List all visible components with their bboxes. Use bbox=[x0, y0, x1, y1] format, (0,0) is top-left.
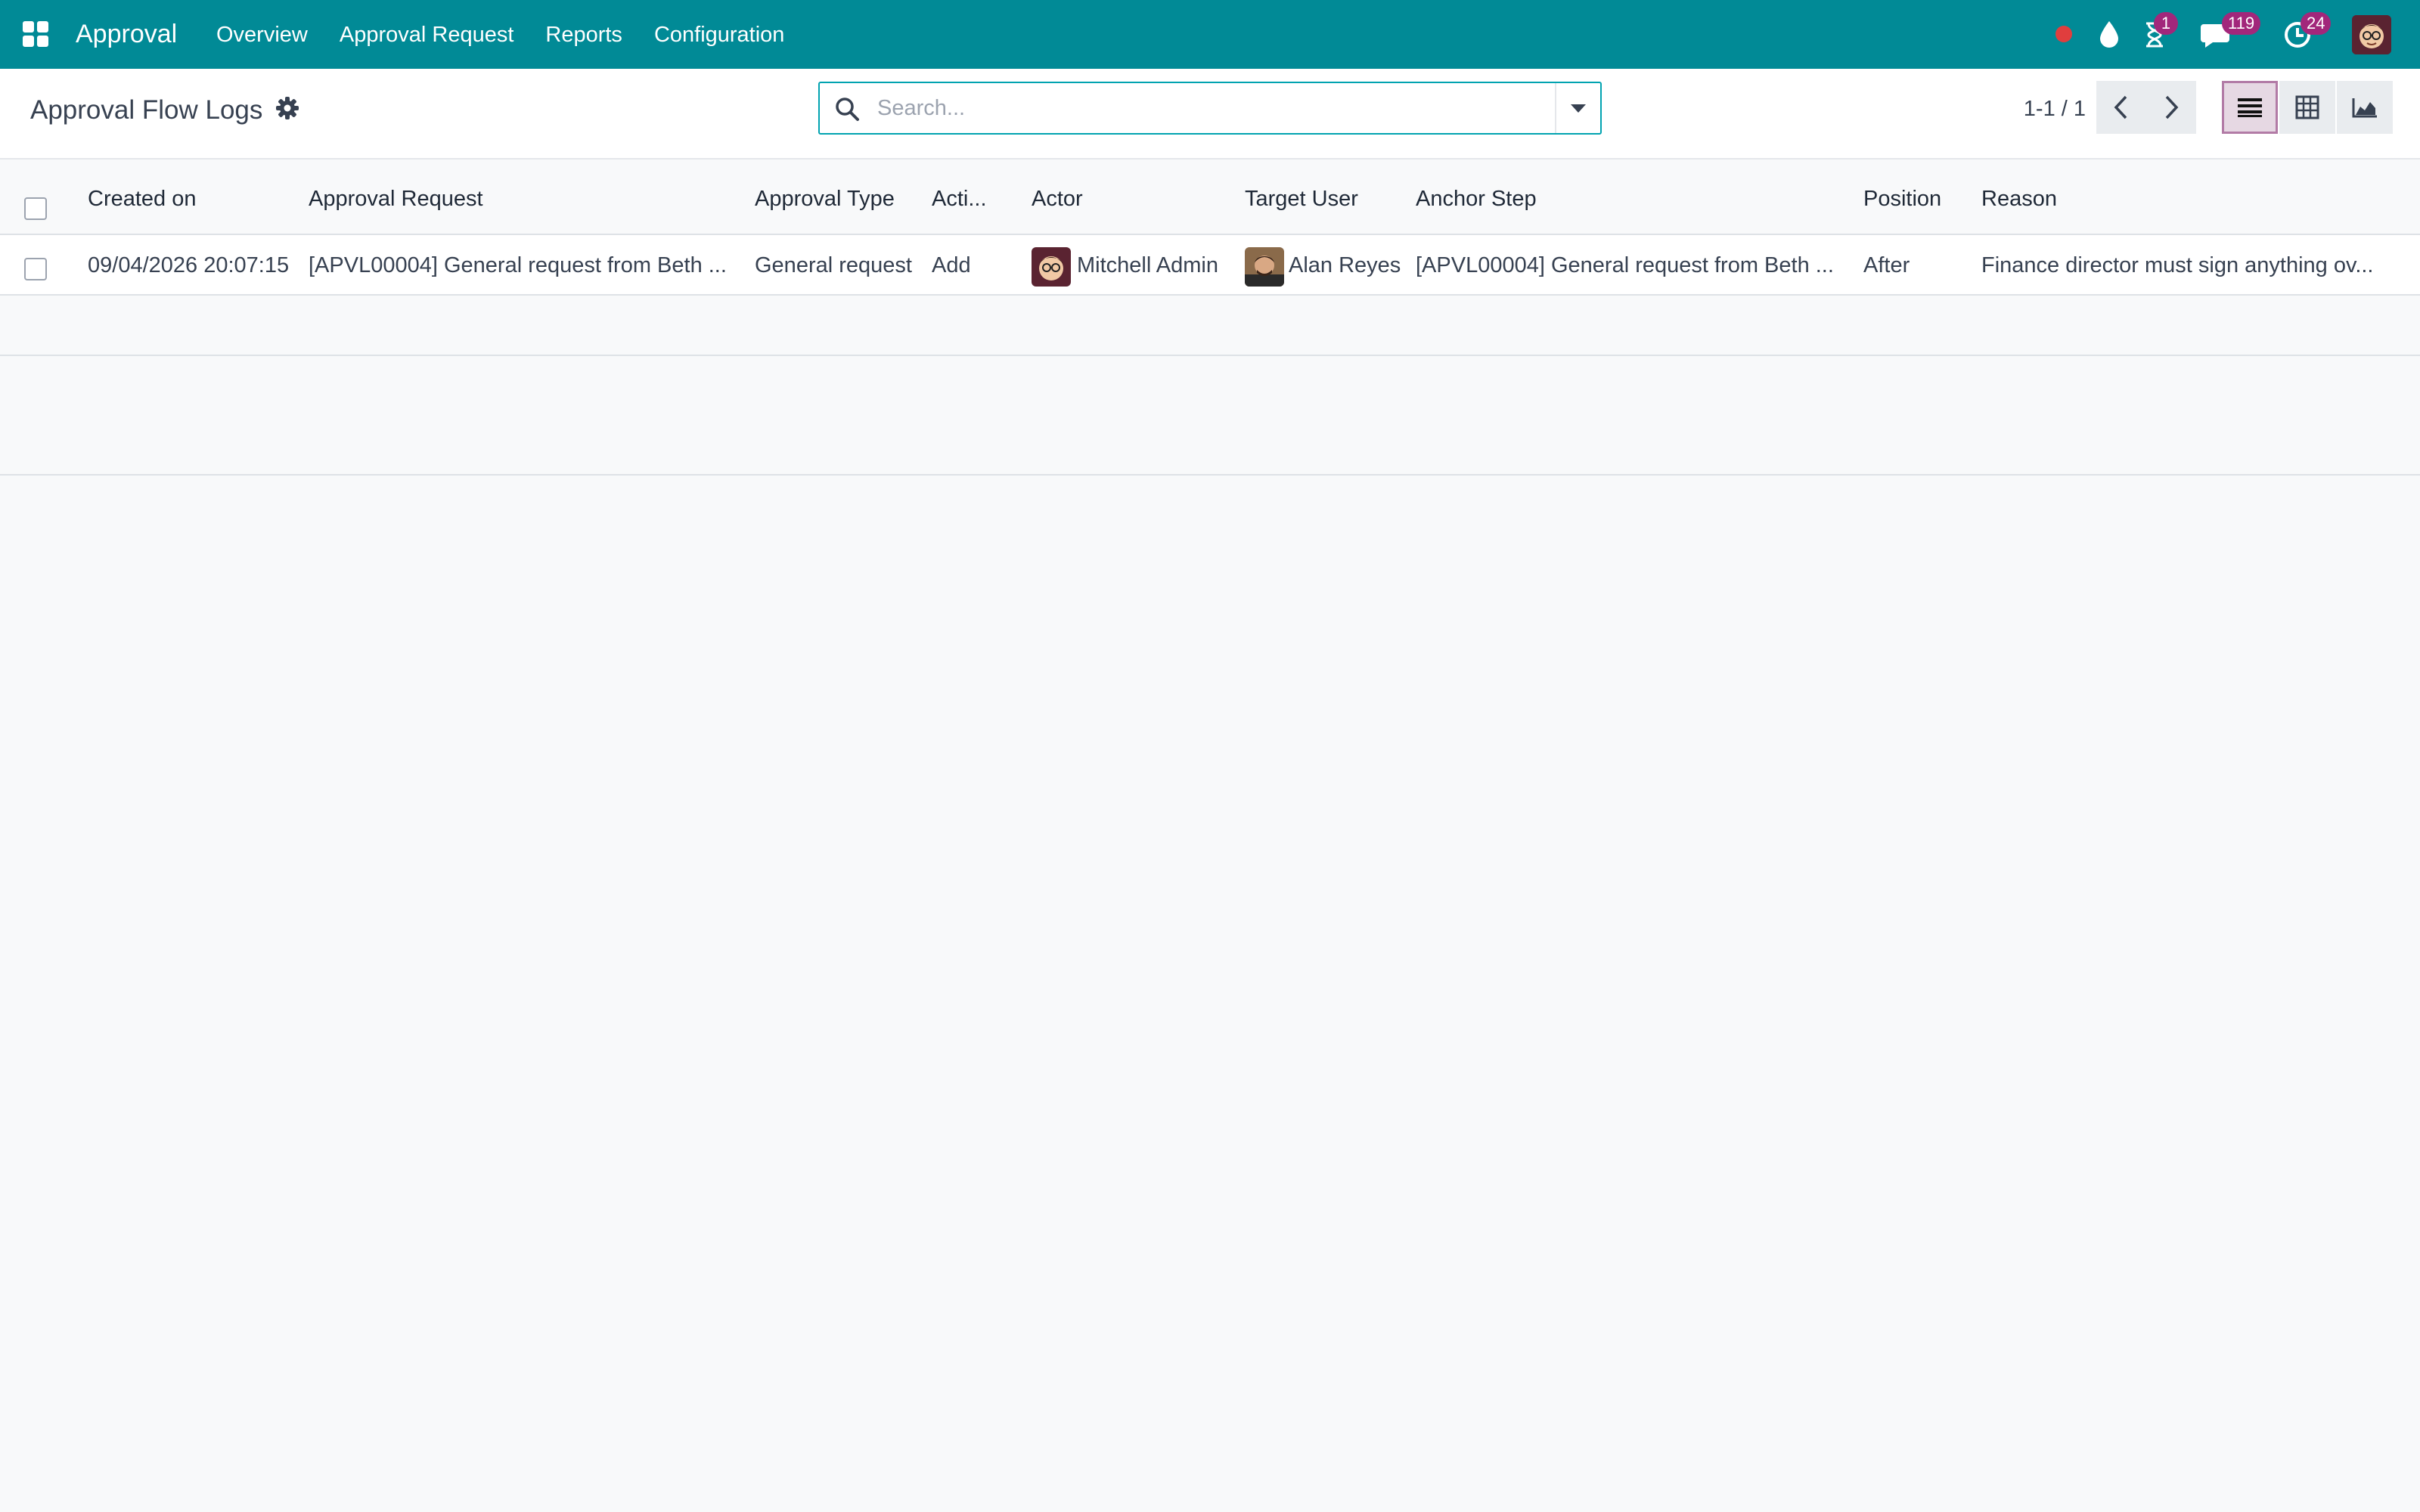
actor-avatar bbox=[1032, 247, 1071, 287]
pager-next-button[interactable] bbox=[2146, 81, 2196, 134]
pager-value[interactable]: 1-1 / 1 bbox=[1996, 90, 2086, 128]
cell-approval-type: General request bbox=[755, 253, 912, 277]
column-action[interactable]: Acti... bbox=[932, 182, 987, 215]
activity-badge: 1 bbox=[2154, 12, 2178, 35]
main-menu: Overview Approval Request Reports Config… bbox=[216, 20, 816, 50]
column-position[interactable]: Position bbox=[1863, 182, 1941, 215]
search-filter-toggle[interactable] bbox=[1555, 83, 1600, 133]
empty-row bbox=[0, 415, 2420, 476]
chevron-right-icon bbox=[2165, 95, 2179, 119]
column-anchor-step[interactable]: Anchor Step bbox=[1416, 182, 1537, 215]
empty-row bbox=[0, 296, 2420, 356]
column-target-user[interactable]: Target User bbox=[1245, 182, 1358, 215]
recording-dot-icon[interactable] bbox=[2055, 26, 2072, 42]
menu-item-reports[interactable]: Reports bbox=[545, 20, 622, 50]
cell-target-user[interactable]: Alan Reyes bbox=[1289, 249, 1410, 282]
search-bar bbox=[818, 82, 1602, 135]
search-input[interactable] bbox=[877, 91, 1558, 125]
cell-position: After bbox=[1863, 253, 1910, 277]
user-avatar[interactable] bbox=[2352, 15, 2391, 54]
cell-created-on: 09/04/2026 20:07:15 bbox=[88, 253, 290, 277]
table-row[interactable]: 09/04/2026 20:07:15 [APVL00004] General … bbox=[0, 235, 2420, 296]
pivot-view-button[interactable] bbox=[2279, 81, 2335, 134]
cell-reason: Finance director must sign anything ov..… bbox=[1981, 253, 2374, 277]
menu-item-configuration[interactable]: Configuration bbox=[654, 20, 785, 50]
search-icon bbox=[836, 98, 859, 121]
list-icon bbox=[2238, 98, 2262, 117]
gear-icon[interactable] bbox=[274, 94, 301, 122]
app-brand[interactable]: Approval bbox=[76, 17, 177, 51]
cell-actor[interactable]: Mitchell Admin bbox=[1077, 249, 1237, 282]
column-approval-request[interactable]: Approval Request bbox=[309, 182, 483, 215]
column-actor[interactable]: Actor bbox=[1032, 182, 1083, 215]
column-created-on[interactable]: Created on bbox=[88, 182, 197, 215]
table-grid-icon bbox=[2295, 95, 2319, 119]
column-reason[interactable]: Reason bbox=[1981, 182, 2057, 215]
page-title: Approval Flow Logs bbox=[30, 95, 263, 125]
caret-down-icon bbox=[1571, 104, 1586, 113]
updates-badge: 24 bbox=[2301, 12, 2332, 35]
chevron-left-icon bbox=[2114, 95, 2127, 119]
messages-badge: 119 bbox=[2222, 12, 2261, 35]
top-navbar: Approval Overview Approval Request Repor… bbox=[0, 0, 2420, 69]
list-view-button[interactable] bbox=[2222, 81, 2278, 134]
menu-item-overview[interactable]: Overview bbox=[216, 20, 308, 50]
column-approval-type[interactable]: Approval Type bbox=[755, 182, 895, 215]
cell-anchor-step: [APVL00004] General request from Beth ..… bbox=[1416, 253, 1834, 277]
pager-previous-button[interactable] bbox=[2096, 81, 2146, 134]
graph-view-button[interactable] bbox=[2337, 81, 2393, 134]
target-user-avatar bbox=[1245, 247, 1284, 287]
table-header: Created on Approval Request Approval Typ… bbox=[0, 160, 2420, 235]
area-chart-icon bbox=[2352, 98, 2377, 118]
drop-icon[interactable] bbox=[2098, 20, 2121, 48]
menu-item-approval-request[interactable]: Approval Request bbox=[340, 20, 514, 50]
cell-approval-request: [APVL00004] General request from Beth ..… bbox=[309, 253, 727, 277]
control-panel: Approval Flow Logs 1-1 / 1 bbox=[0, 69, 2420, 160]
select-all-checkbox[interactable] bbox=[24, 197, 47, 220]
apps-menu-icon[interactable] bbox=[23, 21, 48, 47]
empty-row bbox=[0, 356, 2420, 417]
cell-action: Add bbox=[932, 253, 971, 277]
row-checkbox[interactable] bbox=[24, 258, 47, 280]
